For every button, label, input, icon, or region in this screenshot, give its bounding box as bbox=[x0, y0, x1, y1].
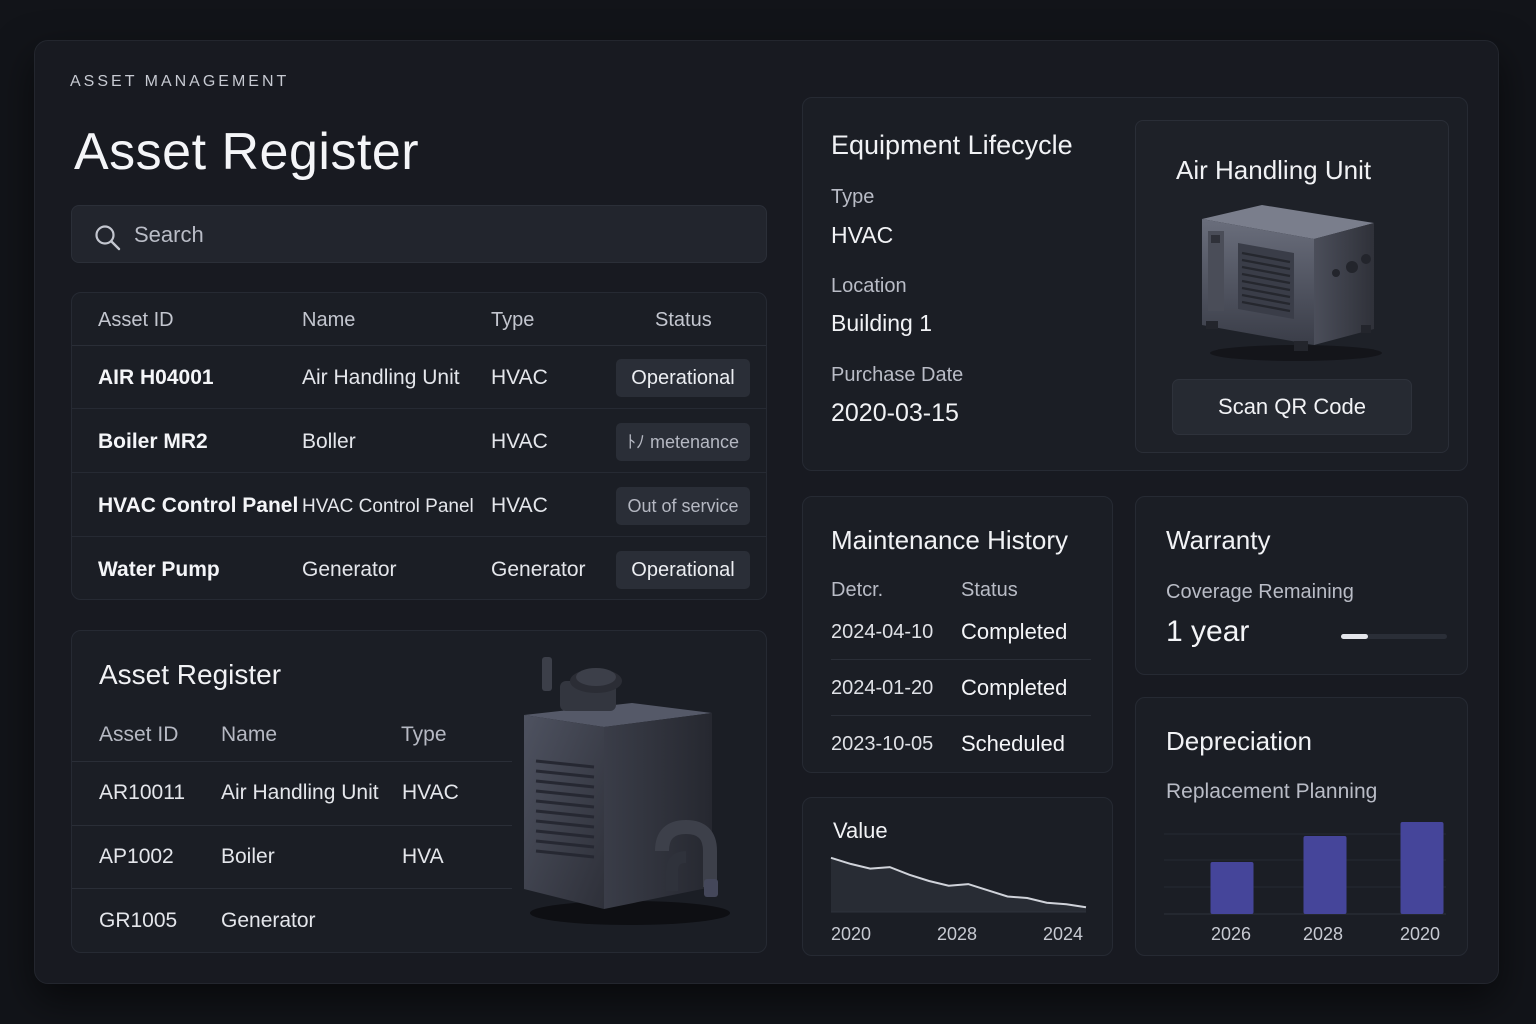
asset-id[interactable]: AR10011 bbox=[99, 781, 185, 805]
purchase-date-value: 2020-03-15 bbox=[831, 399, 959, 427]
air-handling-unit-icon bbox=[1202, 205, 1382, 361]
asset-name: Boiler bbox=[221, 845, 275, 868]
column-header-date: Detcr. bbox=[831, 579, 884, 601]
depreciation-bar-chart bbox=[1164, 822, 1446, 915]
column-header-type[interactable]: Type bbox=[491, 309, 534, 332]
column-header-status: Status bbox=[961, 579, 1018, 601]
maintenance-date: 2024-04-10 bbox=[831, 621, 934, 643]
x-tick-label: 2026 bbox=[1211, 924, 1252, 944]
asset-type: HVAC bbox=[491, 494, 548, 517]
asset-name: Boller bbox=[302, 430, 356, 453]
maintenance-status: Scheduled bbox=[961, 731, 1065, 756]
asset-name: Generator bbox=[302, 558, 397, 581]
search-input[interactable] bbox=[134, 218, 734, 252]
asset-type: HVAC bbox=[402, 781, 459, 804]
x-tick-label: 2024 bbox=[1043, 924, 1084, 944]
column-header-asset-id[interactable]: Asset ID bbox=[98, 309, 174, 332]
maintenance-status: Completed bbox=[961, 619, 1068, 644]
asset-name: Air Handling Unit bbox=[302, 366, 460, 389]
column-header-name[interactable]: Name bbox=[302, 309, 355, 332]
card-title: Maintenance History bbox=[831, 525, 1068, 555]
divider bbox=[72, 825, 512, 826]
location-value: Building 1 bbox=[831, 310, 933, 336]
search-icon bbox=[95, 225, 121, 251]
search-bar[interactable] bbox=[71, 205, 767, 263]
section-eyebrow: ASSET MANAGEMENT bbox=[70, 73, 290, 90]
x-tick-label: 2028 bbox=[1303, 924, 1344, 944]
maintenance-status: Completed bbox=[961, 675, 1068, 700]
asset-id[interactable]: GR1005 bbox=[99, 909, 177, 933]
x-tick-label: 2020 bbox=[831, 924, 872, 944]
maintenance-date: 2024-01-20 bbox=[831, 677, 934, 699]
maintenance-history-card: Maintenance History Detcr. Status 2024-0… bbox=[802, 496, 1113, 773]
divider bbox=[831, 715, 1091, 716]
warranty-card: Warranty Coverage Remaining 1 year bbox=[1135, 496, 1468, 675]
bar-2026 bbox=[1210, 862, 1254, 914]
coverage-value: 1 year bbox=[1166, 615, 1250, 648]
status-badge: Operational bbox=[616, 359, 750, 397]
equipment-lifecycle-card: Equipment Lifecycle Type HVAC Location B… bbox=[802, 97, 1468, 471]
table-row[interactable]: Water Pump Generator Generator Operation… bbox=[72, 538, 766, 601]
asset-id: Water Pump bbox=[98, 558, 220, 581]
asset-type: HVAC bbox=[491, 430, 548, 453]
table-header: Asset ID Name Type Status bbox=[72, 293, 766, 346]
unit-title: Air Handling Unit bbox=[1176, 155, 1372, 185]
asset-register-card: Asset Register Asset ID Name Type AR1001… bbox=[71, 630, 767, 953]
card-title: Warranty bbox=[1166, 525, 1271, 555]
unit-preview: Air Handling Unit Scan QR Code bbox=[1135, 120, 1449, 453]
status-badge: Operational bbox=[616, 551, 750, 589]
equipment-illustration bbox=[524, 657, 730, 925]
asset-id: AIR H04001 bbox=[98, 366, 214, 389]
asset-name: Air Handling Unit bbox=[221, 781, 379, 804]
bar-2028 bbox=[1303, 836, 1347, 914]
coverage-progress-fill bbox=[1341, 634, 1368, 639]
asset-type: HVAC bbox=[491, 366, 548, 389]
status-badge: ﾄﾉ metenance bbox=[616, 423, 750, 461]
type-value: HVAC bbox=[831, 222, 894, 248]
column-header-type[interactable]: Type bbox=[401, 723, 447, 747]
type-label: Type bbox=[831, 186, 875, 208]
page-title: Asset Register bbox=[74, 123, 420, 181]
asset-id: HVAC Control Panel bbox=[98, 494, 299, 517]
card-title: Equipment Lifecycle bbox=[831, 130, 1073, 160]
table-row[interactable]: Boiler MR2 Boller HVAC ﾄﾉ metenance bbox=[72, 410, 766, 473]
divider bbox=[72, 761, 512, 762]
asset-name: Generator bbox=[221, 909, 316, 932]
table-row[interactable]: HVAC Control Panel HVAC Control Panel HV… bbox=[72, 474, 766, 537]
coverage-label: Coverage Remaining bbox=[1166, 581, 1354, 603]
asset-name: HVAC Control Panel bbox=[302, 496, 474, 517]
depreciation-card: Depreciation Replacement Planning 2026 2… bbox=[1135, 697, 1468, 956]
x-tick-label: 2020 bbox=[1400, 924, 1441, 944]
purchase-date-label: Purchase Date bbox=[831, 364, 964, 386]
divider bbox=[831, 659, 1091, 660]
x-tick-label: 2028 bbox=[937, 924, 978, 944]
bar-2020 bbox=[1400, 822, 1444, 914]
asset-type: HVA bbox=[402, 845, 444, 868]
card-title: Asset Register bbox=[99, 659, 282, 690]
scan-qr-code-button[interactable]: Scan QR Code bbox=[1172, 379, 1412, 435]
asset-type: Generator bbox=[491, 558, 586, 581]
location-label: Location bbox=[831, 275, 907, 297]
assets-table: Asset ID Name Type Status AIR H04001 Air… bbox=[71, 292, 767, 600]
column-header-name[interactable]: Name bbox=[221, 723, 277, 747]
table-row[interactable]: AIR H04001 Air Handling Unit HVAC Operat… bbox=[72, 346, 766, 409]
divider bbox=[72, 888, 512, 889]
value-chart-card: Value 2020 2028 2024 bbox=[802, 797, 1113, 956]
status-badge: Out of service bbox=[616, 487, 750, 525]
column-header-asset-id[interactable]: Asset ID bbox=[99, 723, 178, 747]
maintenance-date: 2023-10-05 bbox=[831, 733, 934, 755]
column-header-status[interactable]: Status bbox=[655, 309, 712, 332]
coverage-progress-bar bbox=[1341, 634, 1447, 639]
asset-id[interactable]: AP1002 bbox=[99, 845, 174, 869]
asset-id: Boiler MR2 bbox=[98, 430, 208, 453]
